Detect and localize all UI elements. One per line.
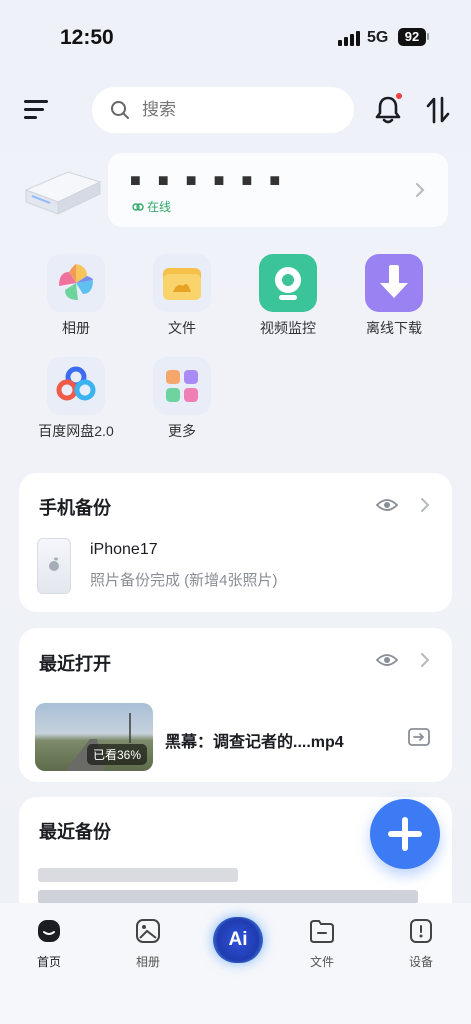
blurred-content [38, 868, 238, 882]
battery-icon: 92 [398, 28, 426, 46]
cloud-icon [47, 357, 105, 415]
link-icon [132, 202, 144, 211]
tab-home[interactable]: 首页 [19, 918, 79, 970]
tab-device[interactable]: 设备 [391, 918, 451, 970]
menu-icon[interactable] [24, 100, 48, 120]
tab-label: 设备 [408, 955, 433, 969]
grid-item-album[interactable]: 相册 [26, 254, 126, 338]
backup-status: 照片备份完成 (新增4张照片) [90, 572, 278, 589]
watch-progress-badge: 已看36% [86, 744, 147, 765]
eye-icon[interactable] [376, 497, 398, 513]
search-bar[interactable] [92, 87, 354, 133]
download-icon [365, 254, 423, 312]
eye-icon[interactable] [376, 652, 398, 668]
search-input[interactable] [142, 100, 322, 120]
grid-item-baidu-netdisk[interactable]: 百度网盘2.0 [26, 357, 126, 441]
battery-tip [427, 33, 429, 40]
tab-album[interactable]: 相册 [118, 918, 178, 970]
signal-icon [338, 30, 360, 46]
search-icon [111, 101, 129, 119]
device-name: ■ ■ ■ ■ ■ ■ [130, 170, 287, 190]
recent-file-name: 黑幕：调查记者的....mp4 [165, 734, 344, 751]
plus-icon [388, 817, 422, 851]
status-time: 12:50 [60, 26, 114, 49]
grid-label: 文件 [168, 320, 196, 336]
chevron-right-icon[interactable] [420, 652, 430, 668]
photo-icon [136, 919, 160, 943]
folder-icon [153, 254, 211, 312]
status-bar: 12:50 5G 92 [0, 0, 471, 76]
apple-icon [49, 557, 59, 571]
ai-assistant-button[interactable]: Ai [213, 917, 263, 963]
grid-item-files[interactable]: 文件 [132, 254, 232, 338]
device-status: 在线 [132, 198, 171, 215]
home-icon [38, 920, 60, 942]
pinwheel-icon [47, 254, 105, 312]
file-icon [310, 920, 334, 943]
more-apps-icon [153, 357, 211, 415]
grid-label: 更多 [168, 423, 196, 439]
device-image [24, 171, 102, 215]
transfer-icon[interactable] [426, 96, 450, 124]
phone-backup-card[interactable]: 手机备份 [19, 473, 452, 612]
notification-dot [396, 93, 402, 99]
add-button[interactable] [370, 799, 440, 869]
grid-item-more[interactable]: 更多 [132, 357, 232, 441]
grid-item-camera[interactable]: 视频监控 [238, 254, 338, 338]
tab-files[interactable]: 文件 [292, 918, 352, 970]
card-title: 手机备份 [39, 498, 111, 518]
network-type: 5G [367, 29, 389, 46]
phone-image [37, 538, 71, 594]
grid-label: 相册 [62, 320, 90, 336]
device-icon [410, 919, 432, 943]
grid-item-offline-download[interactable]: 离线下载 [344, 254, 444, 338]
open-folder-icon[interactable] [408, 727, 430, 747]
phone-name: iPhone17 [90, 541, 158, 558]
grid-label: 视频监控 [260, 320, 316, 336]
grid-label: 百度网盘2.0 [38, 423, 114, 439]
card-title: 最近备份 [39, 822, 111, 842]
chevron-right-icon[interactable] [420, 497, 430, 513]
tab-label: 文件 [309, 955, 334, 969]
tab-label: 相册 [135, 955, 160, 969]
tab-label: 首页 [36, 955, 61, 969]
camera-icon [259, 254, 317, 312]
card-title: 最近打开 [39, 654, 111, 674]
blurred-content [38, 890, 418, 904]
chevron-right-icon[interactable] [415, 182, 425, 198]
device-status-label: 在线 [147, 200, 172, 214]
video-thumbnail[interactable]: 已看36% [35, 703, 153, 771]
grid-label: 离线下载 [366, 320, 422, 336]
